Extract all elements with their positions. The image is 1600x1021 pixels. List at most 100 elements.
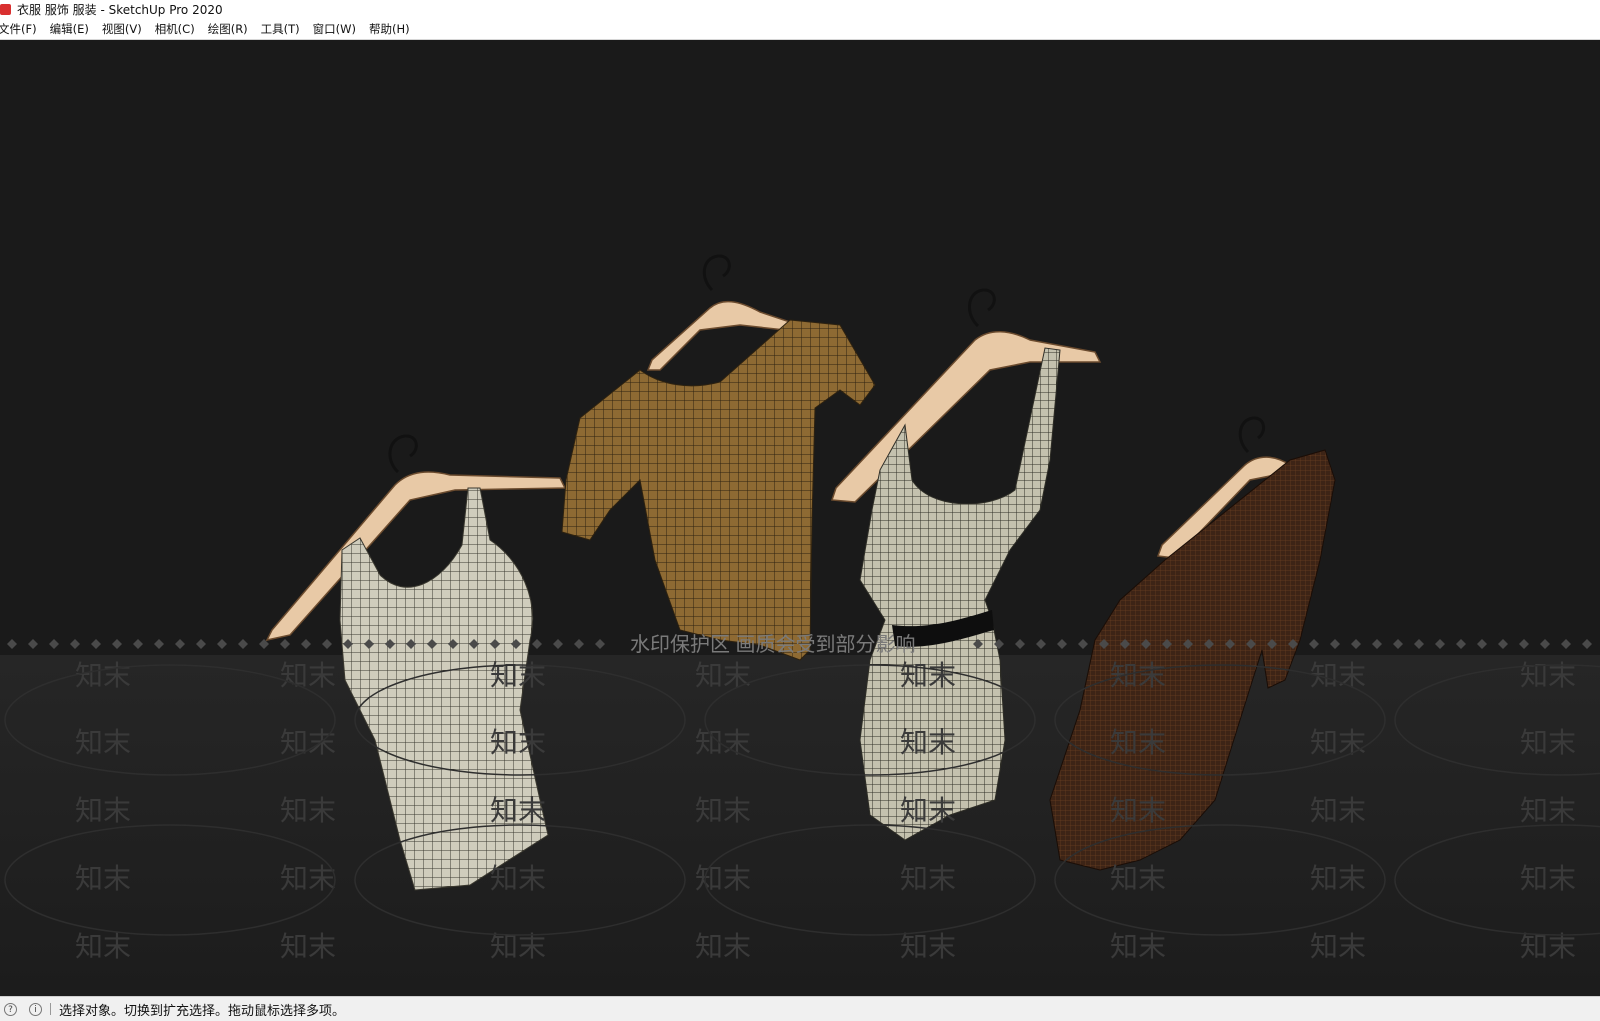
watermark-diamond [28,639,38,649]
watermark-diamond [238,639,248,649]
watermark-logo-text: 知末 [490,862,546,895]
watermark-diamond [532,639,542,649]
watermark-diamond [280,639,290,649]
menu-help[interactable]: 帮助(H) [369,21,410,37]
watermark-logo-text: 知末 [75,726,131,759]
watermark-logo-text: 知末 [900,726,956,759]
watermark-diamond [1036,639,1046,649]
watermark-diamond [1498,639,1508,649]
watermark-logo-text: 知末 [75,862,131,895]
watermark-logo-text: 知末 [280,726,336,759]
status-separator [50,1003,51,1015]
help-icon[interactable]: i [29,1002,42,1016]
watermark-diamond [1351,639,1361,649]
watermark-logo-text: 知末 [75,794,131,827]
watermark-logo-text: 知末 [1110,794,1166,827]
watermark-logo-text: 知末 [1310,930,1366,963]
watermark-diamond [175,639,185,649]
watermark-logo-text: 知末 [75,659,131,692]
watermark-diamond [1540,639,1550,649]
watermark-banner: 水印保护区 画质会受到部分影响 [7,633,1592,656]
menu-edit[interactable]: 编辑(E) [50,21,89,37]
watermark-logo-text: 知末 [1310,862,1366,895]
watermark-logo-text: 知末 [900,930,956,963]
watermark-diamond [1519,639,1529,649]
menu-view[interactable]: 视图(V) [102,21,142,37]
watermark-diamond [112,639,122,649]
watermark-logo-text: 知末 [900,794,956,827]
watermark-logo-text: 知末 [1110,930,1166,963]
watermark-diamond [1057,639,1067,649]
hanger-hook [1238,416,1266,454]
menu-draw[interactable]: 绘图(R) [208,21,248,37]
watermark-diamond [1456,639,1466,649]
watermark-diamond [1309,639,1319,649]
watermark-diamond [1582,639,1592,649]
watermark-diamond [322,639,332,649]
watermark-logo-text: 知末 [1520,794,1576,827]
watermark-diamond [49,639,59,649]
watermark-diamond [574,639,584,649]
watermark-diamond [301,639,311,649]
watermark-logo-text: 知末 [1110,862,1166,895]
watermark-diamond [70,639,80,649]
watermark-diamond [1015,639,1025,649]
watermark-logo-text: 知末 [280,659,336,692]
watermark-diamond [1414,639,1424,649]
shirt-body [561,319,876,661]
watermark-logo-text: 知末 [695,726,751,759]
status-message: 选择对象。切换到扩充选择。拖动鼠标选择多项。 [59,1003,346,1019]
watermark-logo-text: 知末 [1520,659,1576,692]
watermark-logo-text: 知末 [490,659,546,692]
watermark-logo-text: 知末 [75,930,131,963]
watermark-logo-text: 知末 [1110,659,1166,692]
watermark-logo-text: 知末 [490,794,546,827]
watermark-diamond [1435,639,1445,649]
watermark-logo-text: 知末 [1110,726,1166,759]
menu-window[interactable]: 窗口(W) [313,21,356,37]
watermark-diamond [1561,639,1571,649]
menu-bar: 文件(F) 编辑(E) 视图(V) 相机(C) 绘图(R) 工具(T) 窗口(W… [0,18,1600,40]
window-title: 衣服 服饰 服装 - SketchUp Pro 2020 [17,2,223,17]
watermark-diamond [1477,639,1487,649]
watermark-banner-text: 水印保护区 画质会受到部分影响 [630,633,916,656]
watermark-logo-text: 知末 [900,862,956,895]
watermark-diamond [1330,639,1340,649]
hanger-hook [702,254,731,292]
watermark-logo-text: 知末 [490,726,546,759]
hanger-hook [968,288,996,328]
watermark-diamond [154,639,164,649]
sketchup-app-icon [0,3,11,15]
menu-tools[interactable]: 工具(T) [261,21,300,37]
menu-camera[interactable]: 相机(C) [155,21,195,37]
watermark-logo-text: 知末 [1310,726,1366,759]
watermark-logo-text: 知末 [1520,726,1576,759]
watermark-diamond [217,639,227,649]
3d-viewport[interactable]: 水印保护区 画质会受到部分影响 知末 知末 知末 知末 知末 知末 知末 知末 知末 知末 知末 知末… [0,40,1600,996]
watermark-diamond [553,639,563,649]
info-icon[interactable]: ? [4,1002,17,1016]
watermark-logo-text: 知末 [280,930,336,963]
watermark-logo-text: 知末 [695,794,751,827]
hanger-hook [388,434,418,474]
status-bar: ? i 选择对象。切换到扩充选择。拖动鼠标选择多项。 [0,996,1600,1021]
watermark-diamond [1372,639,1382,649]
watermark-diamond [595,639,605,649]
watermark-diamond [7,639,17,649]
watermark-logo-text: 知末 [280,862,336,895]
watermark-logo-text: 知末 [900,659,956,692]
watermark-diamond [196,639,206,649]
watermark-diamond [91,639,101,649]
title-bar: 衣服 服饰 服装 - SketchUp Pro 2020 [0,0,1600,18]
watermark-logo-text: 知末 [280,794,336,827]
watermark-diamond [133,639,143,649]
watermark-logo-text: 知末 [1310,794,1366,827]
watermark-logo-text: 知末 [695,930,751,963]
garment-shirt[interactable] [561,254,876,661]
watermark-logo-text: 知末 [695,659,751,692]
watermark-logo-text: 知末 [1520,862,1576,895]
watermark-diamond [1393,639,1403,649]
watermark-logo-text: 知末 [695,862,751,895]
menu-file[interactable]: 文件(F) [0,21,37,37]
watermark-diamond [1078,639,1088,649]
